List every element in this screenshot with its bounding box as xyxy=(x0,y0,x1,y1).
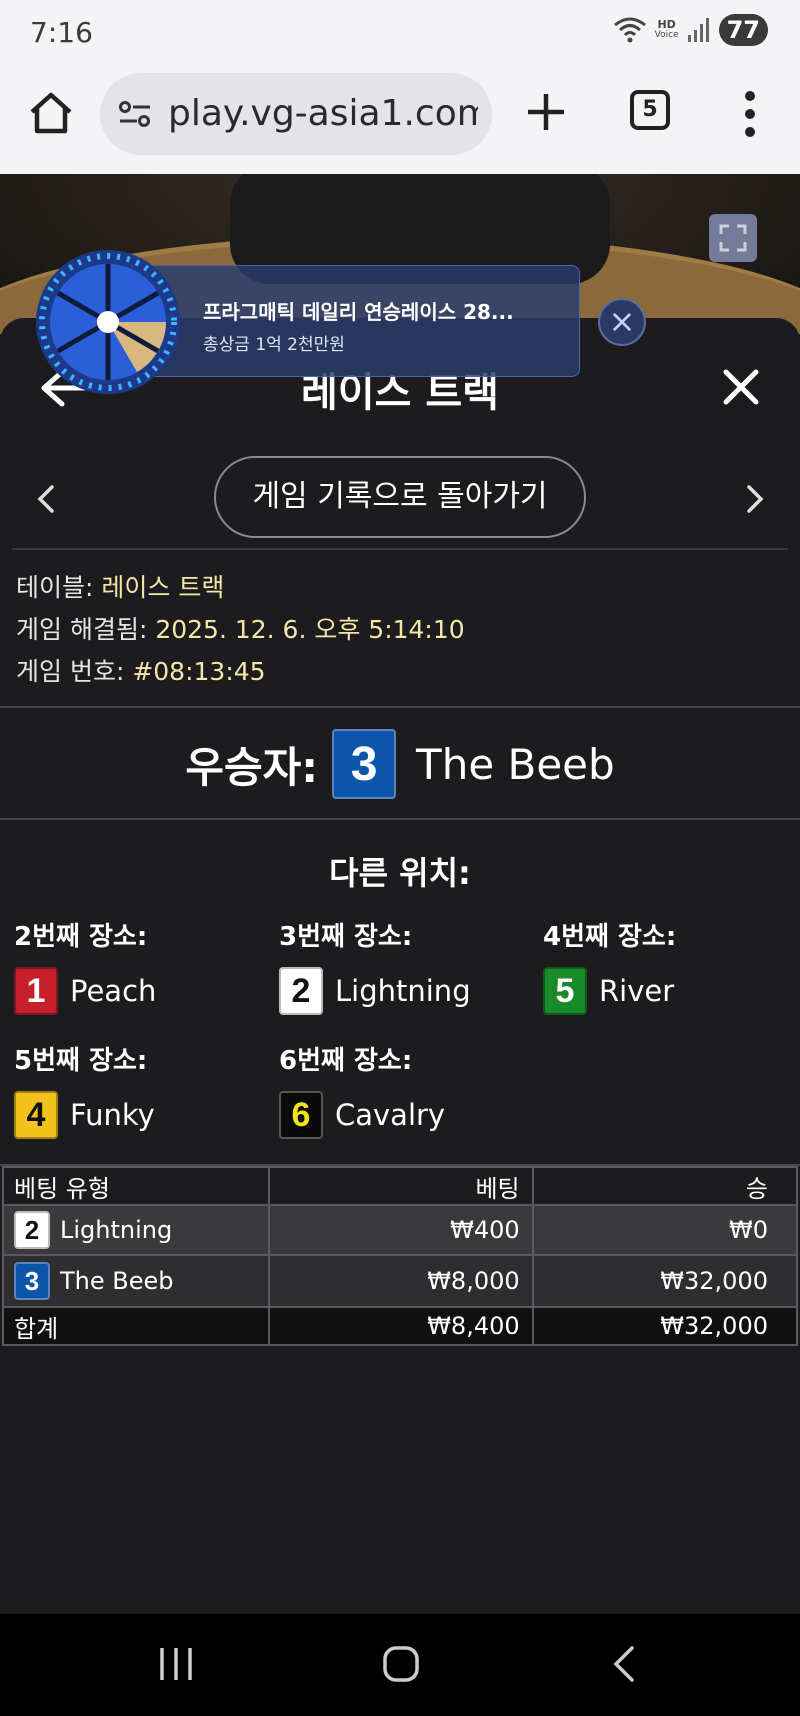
total-row: 합계 ₩8,400 ₩32,000 xyxy=(2,1306,799,1346)
back-nav-icon[interactable] xyxy=(610,1644,640,1684)
winner-name: The Beeb xyxy=(416,739,615,789)
resolved-info: 게임 해결됨: 2025. 12. 6. 오후 5:14:10 xyxy=(16,615,465,644)
column-header-bet-type: 베팅 유형 xyxy=(2,1166,270,1206)
fullscreen-icon[interactable] xyxy=(709,214,757,262)
total-win: ₩32,000 xyxy=(531,1306,799,1346)
back-to-history-button[interactable]: 게임 기록으로 돌아가기 xyxy=(214,456,586,538)
home-icon[interactable] xyxy=(26,88,76,138)
other-positions-title: 다른 위치: xyxy=(329,854,471,892)
place-number-badge: 6 xyxy=(279,1091,323,1139)
bet-type-cell: 2 Lightning xyxy=(2,1204,270,1256)
winner-label: 우승자: xyxy=(185,742,319,792)
table-header-row: 베팅 유형 베팅 승 xyxy=(2,1166,799,1206)
promo-subtitle: 총상금 1억 2천만원 xyxy=(203,335,345,355)
promo-banner[interactable]: 프라그매틱 데일리 연승레이스 28... 총상금 1억 2천만원 xyxy=(140,265,580,377)
place-number-badge: 4 xyxy=(14,1091,58,1139)
close-icon[interactable] xyxy=(722,368,760,406)
place-number-badge: 1 xyxy=(14,967,58,1015)
place-name: Lightning xyxy=(335,974,471,1008)
place-name: River xyxy=(599,974,675,1008)
winner-number-badge: 3 xyxy=(332,729,397,799)
more-options-icon[interactable] xyxy=(740,86,760,142)
prize-wheel-icon[interactable] xyxy=(34,248,182,396)
bets-table: 베팅 유형 베팅 승 2 Lightning ₩400 ₩0 3 The Beeb … xyxy=(2,1166,799,1346)
history-nav: 게임 기록으로 돌아가기 xyxy=(0,456,800,540)
total-bet: ₩8,400 xyxy=(267,1306,534,1346)
promo-title: 프라그매틱 데일리 연승레이스 28... xyxy=(203,300,514,324)
table-info: 테이블: 레이스 트랙 xyxy=(16,573,225,602)
next-game-icon[interactable] xyxy=(745,484,765,514)
system-navigation-bar xyxy=(0,1614,800,1716)
status-icons: HD Voice 77 xyxy=(613,14,768,46)
place-name: Peach xyxy=(70,974,157,1008)
table-name: 레이스 트랙 xyxy=(101,573,225,602)
bet-type-cell: 3 The Beeb xyxy=(2,1254,270,1308)
battery-icon: 77 xyxy=(718,14,768,46)
place-3: 3번째 장소: 2 Lightning xyxy=(279,916,471,1015)
win-amount-cell: ₩32,000 xyxy=(531,1254,799,1308)
table-row: 3 The Beeb ₩8,000 ₩32,000 xyxy=(2,1254,799,1308)
wifi-icon xyxy=(613,17,646,43)
game-number: #08:13:45 xyxy=(132,657,266,686)
home-nav-icon[interactable] xyxy=(382,1644,420,1684)
place-6: 6번째 장소: 6 Cavalry xyxy=(279,1040,445,1139)
column-header-win: 승 xyxy=(531,1166,799,1206)
previous-game-icon[interactable] xyxy=(36,484,56,514)
total-label: 합계 xyxy=(2,1306,270,1346)
column-header-bet: 베팅 xyxy=(267,1166,534,1206)
game-number-info: 게임 번호: #08:13:45 xyxy=(16,657,266,686)
resolved-time: 2025. 12. 6. 오후 5:14:10 xyxy=(155,615,465,644)
divider xyxy=(0,818,800,820)
browser-toolbar: play.vg-asia1.com/e 5 xyxy=(0,64,800,174)
place-name: Funky xyxy=(70,1098,155,1132)
clock: 7:16 xyxy=(30,16,93,49)
site-settings-icon[interactable] xyxy=(118,99,152,129)
winner-row: 우승자: 3 The Beeb xyxy=(0,728,800,800)
divider xyxy=(12,548,788,550)
place-5: 5번째 장소: 4 Funky xyxy=(14,1040,155,1139)
bet-amount-cell: ₩400 xyxy=(267,1204,534,1256)
url-text[interactable]: play.vg-asia1.com/e xyxy=(168,93,478,134)
place-number-badge: 5 xyxy=(543,967,587,1015)
place-name: Cavalry xyxy=(335,1098,446,1132)
win-amount-cell: ₩0 xyxy=(531,1204,799,1256)
place-number-badge: 2 xyxy=(279,967,323,1015)
place-4: 4번째 장소: 5 River xyxy=(543,916,676,1015)
place-2: 2번째 장소: 1 Peach xyxy=(14,916,156,1015)
bet-number-badge: 3 xyxy=(14,1262,50,1300)
new-tab-icon[interactable] xyxy=(522,88,570,136)
tab-switcher-button[interactable]: 5 xyxy=(630,90,670,130)
hd-voice-icon: HD Voice xyxy=(654,18,679,40)
status-bar: 7:16 HD Voice 77 xyxy=(0,0,800,64)
bet-amount-cell: ₩8,000 xyxy=(267,1254,534,1308)
signal-icon xyxy=(687,18,709,42)
divider xyxy=(0,706,800,708)
recent-apps-icon[interactable] xyxy=(158,1644,194,1684)
address-bar[interactable]: play.vg-asia1.com/e xyxy=(100,73,492,155)
table-row: 2 Lightning ₩400 ₩0 xyxy=(2,1204,799,1256)
race-track-panel: 레이스 트랙 게임 기록으로 돌아가기 테이블: 레이스 트랙 게임 해결됨: … xyxy=(0,318,800,1614)
bet-number-badge: 2 xyxy=(14,1211,50,1249)
promo-close-icon[interactable] xyxy=(598,298,646,346)
